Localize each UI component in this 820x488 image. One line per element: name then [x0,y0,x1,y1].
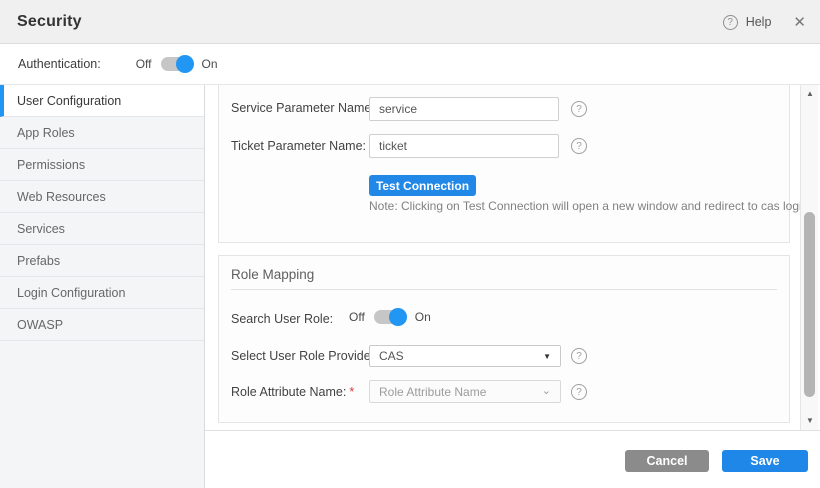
search-user-role-label: Search User Role: [231,312,333,326]
role-provider-help-icon[interactable]: ? [571,348,587,364]
authentication-off-label: Off [136,57,152,71]
test-connection-note: Note: Clicking on Test Connection will o… [369,199,808,213]
sidebar-item-label: User Configuration [17,94,121,108]
dialog-header: Security ? Help ✕ [0,0,820,44]
service-parameter-label: Service Parameter Name:* [231,101,383,115]
role-attribute-combobox[interactable]: Role Attribute Name ⌄ [369,380,561,403]
sidebar-item-app-roles[interactable]: App Roles [0,117,204,149]
role-attribute-help-icon[interactable]: ? [571,384,587,400]
authentication-bar: Authentication: Off On [0,44,820,85]
toggle-knob [389,308,407,326]
authentication-on-label: On [202,57,218,71]
sidebar-item-label: Permissions [17,158,85,172]
dropdown-caret-icon: ▼ [543,352,551,361]
vertical-scrollbar[interactable]: ▲ ▼ [800,85,818,430]
sidebar-item-prefabs[interactable]: Prefabs [0,245,204,277]
role-mapping-title: Role Mapping [231,267,314,282]
sidebar-item-label: Web Resources [17,190,106,204]
authentication-label: Authentication: [18,57,101,71]
role-mapping-panel: Role Mapping Search User Role: Off On Se… [218,255,790,423]
chevron-down-icon: ⌄ [542,386,551,397]
sidebar-item-services[interactable]: Services [0,213,204,245]
sidebar-item-login-configuration[interactable]: Login Configuration [0,277,204,309]
search-user-role-toggle[interactable] [374,309,406,325]
footer-divider [205,430,820,431]
sidebar-item-label: OWASP [17,318,63,332]
service-parameter-help-icon[interactable]: ? [571,101,587,117]
section-divider [231,289,777,290]
sidebar-item-label: Prefabs [17,254,60,268]
cas-config-panel: Service Parameter Name:* ? Ticket Parame… [218,85,790,243]
role-provider-select[interactable]: CAS ▼ [369,345,561,367]
sidebar-item-user-configuration[interactable]: User Configuration [0,85,204,117]
scroll-down-icon[interactable]: ▼ [801,414,819,428]
role-attribute-placeholder: Role Attribute Name [379,385,542,399]
ticket-parameter-input[interactable] [369,134,559,158]
sidebar-item-label: App Roles [17,126,75,140]
ticket-parameter-label: Ticket Parameter Name:* [231,139,374,153]
sidebar-item-owasp[interactable]: OWASP [0,309,204,341]
security-dialog: Security ? Help ✕ Authentication: Off On… [0,0,820,488]
close-icon[interactable]: ✕ [793,15,806,30]
help-link[interactable]: Help [746,15,772,29]
sidebar: User Configuration App Roles Permissions We… [0,85,205,488]
service-parameter-input[interactable] [369,97,559,121]
search-user-role-off-label: Off [349,310,365,324]
search-user-role-toggle-group: Off On [349,309,431,325]
role-provider-label: Select User Role Provider: [231,349,378,363]
test-connection-button[interactable]: Test Connection [369,175,476,196]
role-provider-value: CAS [379,349,543,363]
sidebar-item-label: Login Configuration [17,286,125,300]
required-asterisk: * [349,385,354,399]
ticket-parameter-label-text: Ticket Parameter Name: [231,139,366,153]
role-attribute-label-text: Role Attribute Name: [231,385,346,399]
sidebar-item-permissions[interactable]: Permissions [0,149,204,181]
save-button[interactable]: Save [722,450,808,472]
authentication-toggle-group: Off On [136,56,218,72]
service-parameter-label-text: Service Parameter Name: [231,101,375,115]
scroll-up-icon[interactable]: ▲ [801,87,819,101]
sidebar-item-web-resources[interactable]: Web Resources [0,181,204,213]
ticket-parameter-help-icon[interactable]: ? [571,138,587,154]
cancel-button[interactable]: Cancel [625,450,709,472]
toggle-knob [176,55,194,73]
authentication-toggle[interactable] [161,56,193,72]
help-icon[interactable]: ? [723,15,738,30]
role-attribute-label: Role Attribute Name:* [231,385,354,399]
search-user-role-on-label: On [415,310,431,324]
header-actions: ? Help ✕ [723,0,806,44]
scrollbar-thumb[interactable] [804,212,815,397]
sidebar-item-label: Services [17,222,65,236]
page-title: Security [17,13,82,31]
